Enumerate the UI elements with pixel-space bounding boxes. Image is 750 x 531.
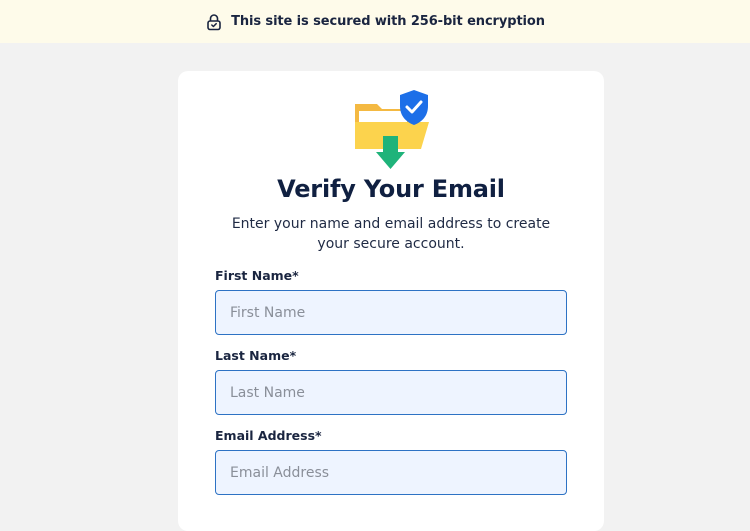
first-name-input[interactable]: [215, 290, 567, 335]
verify-card: Verify Your Email Enter your name and em…: [178, 71, 604, 531]
secure-folder-download-icon: [353, 89, 433, 173]
first-name-label: First Name*: [215, 268, 299, 283]
last-name-label: Last Name*: [215, 348, 297, 363]
email-address-label: Email Address*: [215, 428, 322, 443]
lock-icon: [205, 13, 223, 31]
page-title: Verify Your Email: [277, 175, 505, 203]
security-banner: This site is secured with 256-bit encryp…: [0, 0, 750, 43]
last-name-input[interactable]: [215, 370, 567, 415]
page-subtitle: Enter your name and email address to cre…: [231, 216, 551, 252]
email-address-input[interactable]: [215, 450, 567, 495]
banner-text: This site is secured with 256-bit encryp…: [231, 14, 545, 29]
